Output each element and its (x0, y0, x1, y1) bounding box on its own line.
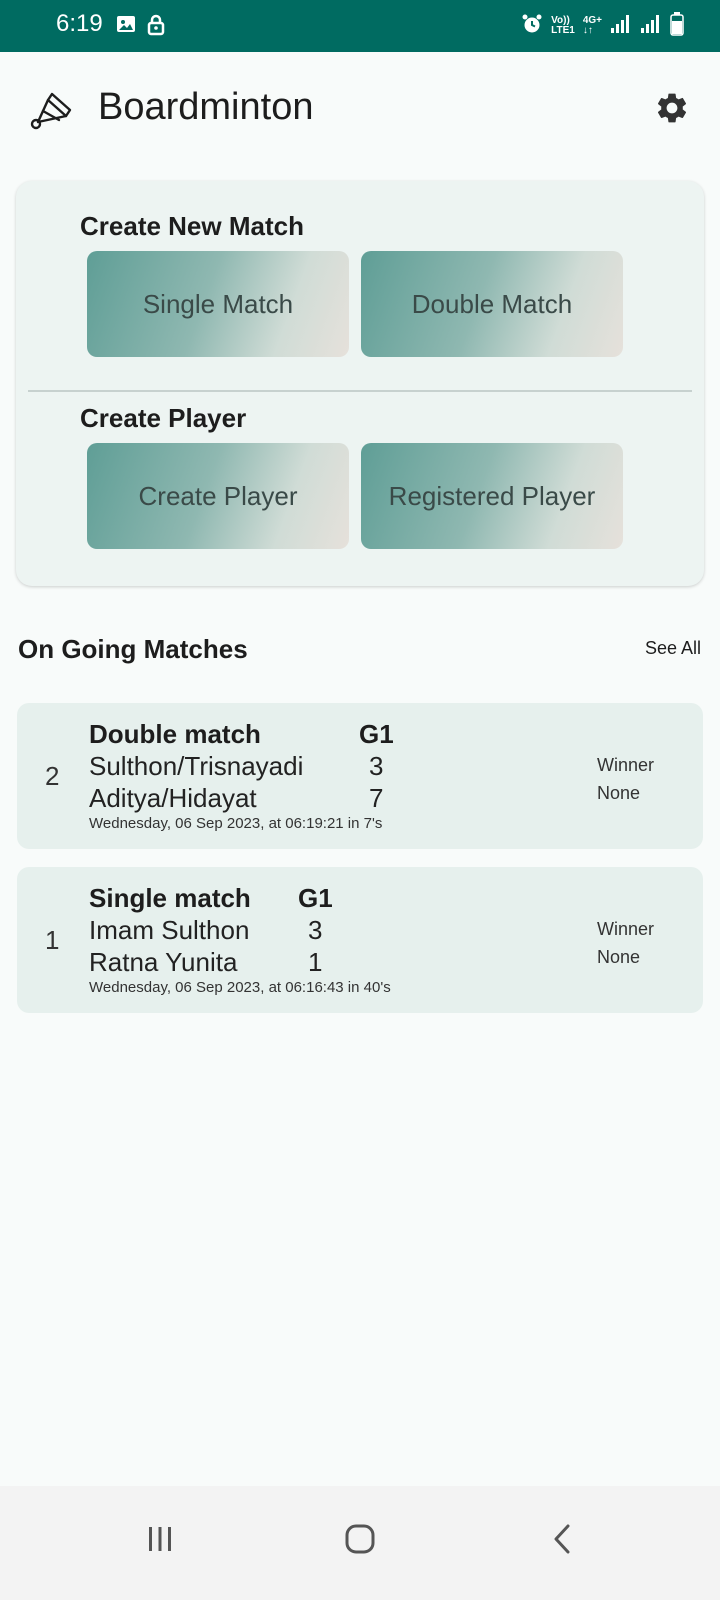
divider (28, 390, 692, 392)
create-player-button[interactable]: Create Player (87, 443, 349, 549)
signal-icon (610, 14, 632, 37)
settings-button[interactable] (650, 88, 694, 132)
lock-icon (146, 14, 166, 41)
match-date: Wednesday, 06 Sep 2023, at 06:19:21 in 7… (89, 815, 383, 832)
player-1-name: Sulthon/Trisnayadi (89, 751, 304, 781)
back-icon (550, 1523, 574, 1560)
signal-icon-2 (640, 14, 662, 37)
data-type-label: 4G+ (582, 14, 602, 26)
match-game: G1 (359, 719, 394, 749)
player-1-score: 3 (369, 751, 384, 781)
shuttlecock-icon (28, 88, 72, 132)
match-type: Single match (89, 883, 251, 913)
battery-icon (670, 12, 684, 39)
match-card[interactable]: 1 Single match G1 Imam Sulthon 3 Ratna Y… (17, 867, 703, 1013)
single-match-button[interactable]: Single Match (87, 251, 349, 357)
player-2-name: Aditya/Hidayat (89, 783, 257, 813)
alarm-icon (521, 13, 543, 38)
data-arrows-icon: ↓↑ (582, 24, 593, 36)
home-icon (344, 1523, 376, 1560)
volte-label: Vo)) (551, 14, 570, 26)
back-button[interactable] (532, 1516, 592, 1566)
navigation-bar (0, 1486, 720, 1600)
home-button[interactable] (330, 1516, 390, 1566)
double-match-button[interactable]: Double Match (361, 251, 623, 357)
match-date: Wednesday, 06 Sep 2023, at 06:16:43 in 4… (89, 979, 391, 996)
create-card: Create New Match Single Match Double Mat… (16, 181, 704, 586)
status-time: 6:19 (56, 10, 103, 37)
app-bar: Boardminton (0, 52, 720, 162)
recents-button[interactable] (130, 1516, 190, 1566)
create-player-heading: Create Player (80, 403, 247, 433)
player-2-name: Ratna Yunita (89, 947, 238, 977)
match-game: G1 (298, 883, 333, 913)
registered-player-button[interactable]: Registered Player (361, 443, 623, 549)
gear-icon (654, 90, 690, 131)
see-all-link[interactable]: See All (645, 638, 701, 659)
match-type: Double match (89, 719, 261, 749)
recents-icon (145, 1524, 175, 1559)
lte-label: LTE1 (551, 24, 575, 36)
player-1-name: Imam Sulthon (89, 915, 250, 945)
ongoing-title: On Going Matches (18, 634, 248, 664)
create-match-heading: Create New Match (80, 211, 304, 241)
status-bar: 6:19 Vo)) LTE1 4G+ ↓↑ (0, 0, 720, 52)
app-title: Boardminton (98, 86, 314, 128)
match-index: 2 (45, 761, 60, 791)
player-1-score: 3 (308, 915, 323, 945)
match-index: 1 (45, 925, 60, 955)
winner-value: None (597, 783, 641, 803)
winner-label: Winner (597, 919, 655, 939)
gallery-icon (116, 14, 136, 41)
player-2-score: 1 (308, 947, 323, 977)
winner-value: None (597, 947, 641, 967)
player-2-score: 7 (369, 783, 384, 813)
match-card[interactable]: 2 Double match G1 Sulthon/Trisnayadi 3 A… (17, 703, 703, 849)
winner-label: Winner (597, 755, 655, 775)
